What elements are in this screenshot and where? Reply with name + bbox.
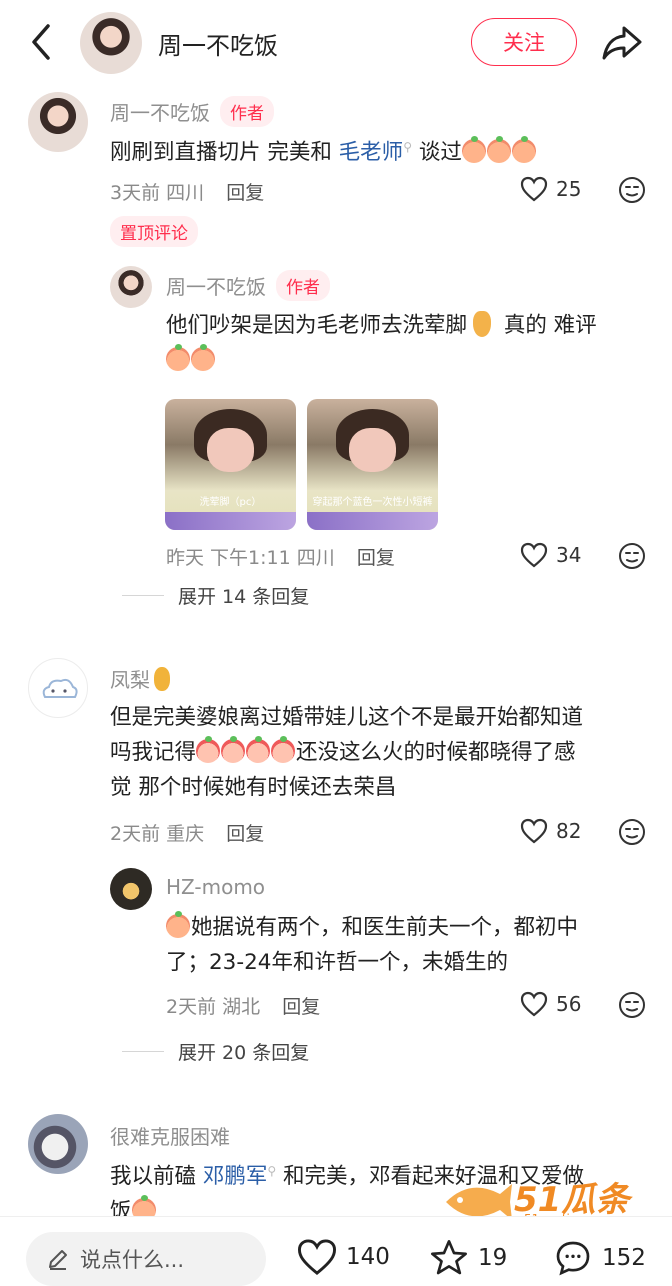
chevron-left-icon [32,24,50,60]
smile-emoji-icon [221,736,246,763]
avatar[interactable] [28,92,88,152]
reply-button[interactable]: 回复 [357,547,395,569]
like-button[interactable]: 34 [520,542,581,568]
like-button[interactable]: 56 [520,991,581,1017]
like-button[interactable]: 25 [520,176,581,202]
chat-bubble-icon [556,1241,590,1276]
reply-button[interactable]: 回复 [226,182,264,204]
back-button[interactable] [24,20,60,64]
comment-location: 重庆 [166,823,205,845]
crying-emoji-icon [486,136,511,164]
page-title: 周一不吃饭 [158,32,278,60]
header-avatar[interactable] [80,12,142,74]
reply-text: 他们吵架是因为毛老师去洗荤脚 真的 难评 [166,308,646,378]
expand-replies-button[interactable]: 展开 14 条回复 [178,582,309,609]
share-button[interactable] [600,22,644,62]
favorite-count: 19 [478,1245,508,1271]
comment-location: 四川 [166,182,205,204]
avatar[interactable] [110,868,152,910]
video-thumbnail[interactable]: 洗荤脚（pc） [165,399,296,530]
heart-icon [520,542,548,568]
smiley-icon [619,819,645,845]
cloud-icon [42,678,78,698]
comment-author[interactable]: 很难克服困难 [110,1121,230,1150]
comment-count: 152 [602,1245,646,1271]
follow-button[interactable]: 关注 [471,18,577,66]
emoji-react-button[interactable] [618,818,646,850]
crying-emoji-icon [166,911,190,938]
follow-label: 关注 [503,31,545,55]
reply-button[interactable]: 回复 [282,996,320,1018]
expand-replies-button[interactable]: 展开 20 条回复 [178,1038,309,1065]
crying-emoji-icon [511,136,536,164]
reply-author[interactable]: HZ-momo [166,875,265,899]
comment-author[interactable]: 周一不吃饭 [110,97,210,126]
crying-emoji-icon [166,344,190,371]
heart-icon [520,176,548,202]
heart-icon [520,818,548,844]
like-post-button[interactable]: 140 [296,1238,390,1276]
emoji-react-button[interactable] [618,542,646,574]
star-icon [431,1240,467,1275]
crying-emoji-icon [191,344,215,371]
comment-input[interactable]: 说点什么... [26,1232,266,1286]
reply-location: 湖北 [222,996,261,1018]
comment-text: 但是完美婆娘离过婚带娃儿这个不是最开始都知道 吗我记得 还没这么火的时候都晓得了感… [110,705,584,800]
mention-link[interactable]: 毛老师 [339,140,404,165]
pencil-icon [49,1250,67,1270]
favorite-button[interactable]: 19 [428,1238,507,1278]
like-button[interactable]: 82 [520,818,581,844]
avatar[interactable] [28,1114,88,1174]
comment-time: 2天前 [110,823,161,845]
comments-button[interactable]: 152 [552,1238,646,1278]
divider [122,1051,164,1052]
divider [122,595,164,596]
comment-text: 刚刷到直播切片 完美和 毛老师⚲ 谈过 [110,130,650,170]
avatar[interactable] [110,266,152,308]
pineapple-icon [154,666,170,691]
video-thumbnail[interactable]: 穿起那个蓝色一次性小短裤 [307,399,438,530]
video-caption: 穿起那个蓝色一次性小短裤 [312,497,433,508]
input-placeholder: 说点什么... [80,1248,185,1272]
heart-icon [520,991,548,1017]
like-count: 56 [556,992,582,1016]
emoji-react-button[interactable] [618,176,646,208]
video-caption: 洗荤脚（pc） [199,497,262,508]
smiley-icon [619,543,645,569]
like-count: 34 [556,543,582,567]
author-badge: 作者 [220,96,274,127]
smiley-icon [619,992,645,1018]
heart-icon [297,1239,337,1275]
smile-emoji-icon [271,736,296,763]
reply-button[interactable]: 回复 [226,823,264,845]
avatar[interactable] [28,658,88,718]
smile-emoji-icon [196,736,221,763]
like-count: 25 [556,177,582,201]
smile-emoji-icon [246,736,271,763]
author-badge: 作者 [276,270,330,301]
reply-location: 四川 [296,547,335,569]
share-icon [602,26,642,60]
foot-emoji-icon [473,311,492,337]
post-like-count: 140 [346,1244,390,1270]
pinned-badge: 置顶评论 [110,216,198,247]
crying-emoji-icon [461,136,486,164]
reply-author[interactable]: 周一不吃饭 [166,271,266,300]
like-count: 82 [556,819,582,843]
smiley-icon [619,177,645,203]
reply-time: 2天前 [166,996,217,1018]
reply-text: 她据说有两个，和医生前夫一个，都初中 了；23-24年和许哲一个，未婚生的 [166,911,579,975]
comment-author[interactable]: 凤梨 [110,664,150,693]
mention-link[interactable]: 邓鹏军 [203,1164,268,1189]
reply-time: 昨天 下午1:11 [166,547,291,569]
emoji-react-button[interactable] [618,991,646,1023]
comment-time: 3天前 [110,182,161,204]
